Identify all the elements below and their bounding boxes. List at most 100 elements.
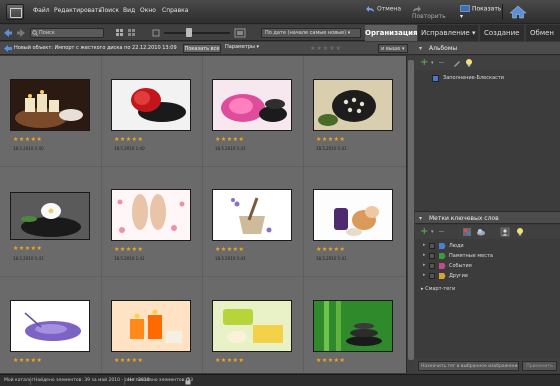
tag-item-places[interactable]: ▸ Памятные места: [423, 252, 553, 261]
edit-icon[interactable]: [452, 58, 462, 68]
album-item[interactable]: Заполнение-Блескасти: [432, 74, 556, 83]
expand-triangle-icon[interactable]: ▸: [423, 262, 426, 268]
search-input[interactable]: Поиск: [30, 28, 104, 38]
rating-stars[interactable]: ★★★★★: [114, 136, 143, 143]
app-icon[interactable]: [6, 4, 24, 20]
rating-stars[interactable]: ★★★★★: [316, 357, 345, 364]
photo-thumbnail[interactable]: [10, 192, 90, 240]
redo-button[interactable]: Повторить: [412, 5, 452, 20]
photo-thumbnail[interactable]: [111, 79, 191, 131]
zoom-slider-thumb[interactable]: [186, 28, 192, 37]
smart-tags-item[interactable]: ▸ Смарт-теги: [421, 286, 455, 292]
tag-item-other[interactable]: ▸ Другие: [423, 272, 553, 281]
tags-toolbar: + ▾ −: [415, 225, 560, 239]
keyword-tags-panel-header[interactable]: ▾ Метки ключевых слов: [415, 211, 560, 224]
tag-checkbox[interactable]: [429, 253, 435, 259]
navigation-toolbar: Поиск По дате (начале самые новые) ▾: [0, 25, 365, 41]
photo-thumbnail[interactable]: [313, 79, 393, 131]
lock-icon[interactable]: [184, 377, 192, 385]
people-tag-icon: [439, 243, 446, 249]
tab-fix[interactable]: Исправление ▾: [418, 25, 478, 41]
rating-stars[interactable]: ★★★★★: [316, 136, 345, 143]
white-flower-stones-photo: [11, 193, 89, 239]
rating-stars[interactable]: ★★★★★: [215, 136, 244, 143]
tag-cloud-icon[interactable]: [476, 227, 486, 237]
expand-triangle-icon[interactable]: ▸: [423, 252, 426, 258]
rating-stars[interactable]: ★★★★★: [114, 246, 143, 253]
home-icon[interactable]: [508, 4, 528, 20]
tag-input[interactable]: Назначить тег в выбранное изображение: [418, 361, 519, 371]
menu-help[interactable]: Справка: [162, 7, 188, 14]
collapse-triangle-icon[interactable]: ▾: [419, 45, 422, 52]
rating-stars[interactable]: ★★★★★: [13, 136, 42, 143]
expand-triangle-icon[interactable]: ▸: [423, 272, 426, 278]
tag-label: События: [449, 263, 472, 269]
photo-thumbnail[interactable]: [111, 300, 191, 352]
photo-date: 18.5.2010 1:41: [316, 256, 347, 261]
back-arrow-icon[interactable]: [3, 28, 13, 38]
zoom-slider-track[interactable]: [164, 32, 230, 34]
undo-button[interactable]: Отмена: [365, 5, 403, 19]
rating-stars[interactable]: ★★★★★: [215, 246, 244, 253]
parameters-menu[interactable]: Параметры ▾: [225, 44, 259, 50]
person-icon[interactable]: [500, 227, 510, 237]
photo-date: 18.5.2010 1:40: [114, 146, 145, 151]
apply-tag-button[interactable]: Применить: [522, 361, 557, 371]
large-thumbnail-icon[interactable]: [234, 28, 246, 38]
rating-stars[interactable]: ★★★★★: [13, 245, 42, 252]
photo-thumbnail[interactable]: [313, 189, 393, 241]
remove-tag-icon[interactable]: −: [438, 227, 448, 237]
search-icon: [32, 30, 38, 36]
rating-stars[interactable]: ★★★★★: [114, 357, 143, 364]
expand-triangle-icon[interactable]: ▸: [423, 242, 426, 248]
tab-share[interactable]: Обмен: [526, 25, 560, 41]
forward-arrow-icon[interactable]: [16, 28, 26, 38]
menu-window[interactable]: Окно: [140, 7, 156, 14]
photo-thumbnail[interactable]: [212, 300, 292, 352]
remove-album-icon[interactable]: −: [438, 58, 448, 68]
view-mode-icons[interactable]: [115, 28, 145, 38]
photo-thumbnail[interactable]: [212, 189, 292, 241]
add-tag-icon[interactable]: +: [420, 227, 430, 237]
parameters-label: Параметры: [225, 44, 255, 50]
show-menu-button[interactable]: Показать ▾: [460, 5, 504, 20]
grid-scrollbar[interactable]: [406, 56, 415, 373]
menu-file[interactable]: Файл: [33, 7, 50, 14]
photo-date: 18.5.2010 1:41: [316, 146, 347, 151]
tag-checkbox[interactable]: [429, 243, 435, 249]
tag-checkbox[interactable]: [429, 263, 435, 269]
shell-stones-photo: [314, 80, 392, 130]
photo-thumbnail[interactable]: [313, 300, 393, 352]
add-album-icon[interactable]: +: [420, 58, 430, 68]
rating-stars[interactable]: ★★★★★: [13, 357, 42, 364]
small-thumbnail-icon[interactable]: [152, 29, 160, 37]
back-arrow-icon[interactable]: [4, 45, 12, 52]
collapse-triangle-icon[interactable]: ▾: [419, 215, 422, 222]
rating-stars[interactable]: ★★★★★: [316, 246, 345, 253]
show-all-button[interactable]: Показать все: [183, 44, 221, 53]
menu-view[interactable]: Вид: [123, 7, 135, 14]
keyword-tags-list: ▸ Люди ▸ Памятные места ▸ События ▸ Друг…: [415, 239, 560, 357]
rating-filter-select[interactable]: и выше ▾: [378, 44, 408, 53]
rating-filter-stars[interactable]: ★★★★★: [310, 45, 342, 52]
menu-find[interactable]: Поиск: [100, 7, 119, 14]
status-divider: [30, 377, 31, 385]
photo-thumbnail[interactable]: [10, 300, 90, 352]
tag-item-events[interactable]: ▸ События: [423, 262, 553, 271]
albums-panel-header[interactable]: ▾ Альбомы: [415, 42, 560, 55]
scrollbar-thumb[interactable]: [408, 60, 414, 360]
tag-item-people[interactable]: ▸ Люди: [423, 242, 553, 251]
menu-edit[interactable]: Редактировать: [54, 7, 102, 14]
photo-thumbnail[interactable]: [10, 79, 90, 131]
rating-stars[interactable]: ★★★★★: [215, 357, 244, 364]
tab-organize[interactable]: Организация: [365, 25, 417, 41]
lightbulb-icon[interactable]: [515, 227, 525, 237]
photo-thumbnail[interactable]: [212, 79, 292, 131]
tag-image-icon[interactable]: [462, 227, 472, 237]
photo-thumbnail[interactable]: [111, 189, 191, 241]
sort-order-select[interactable]: По дате (начале самые новые) ▾: [261, 28, 361, 38]
tab-create[interactable]: Создание: [480, 25, 524, 41]
tag-checkbox[interactable]: [429, 273, 435, 279]
albums-title: Альбомы: [429, 45, 458, 52]
lightbulb-icon[interactable]: [464, 58, 474, 68]
